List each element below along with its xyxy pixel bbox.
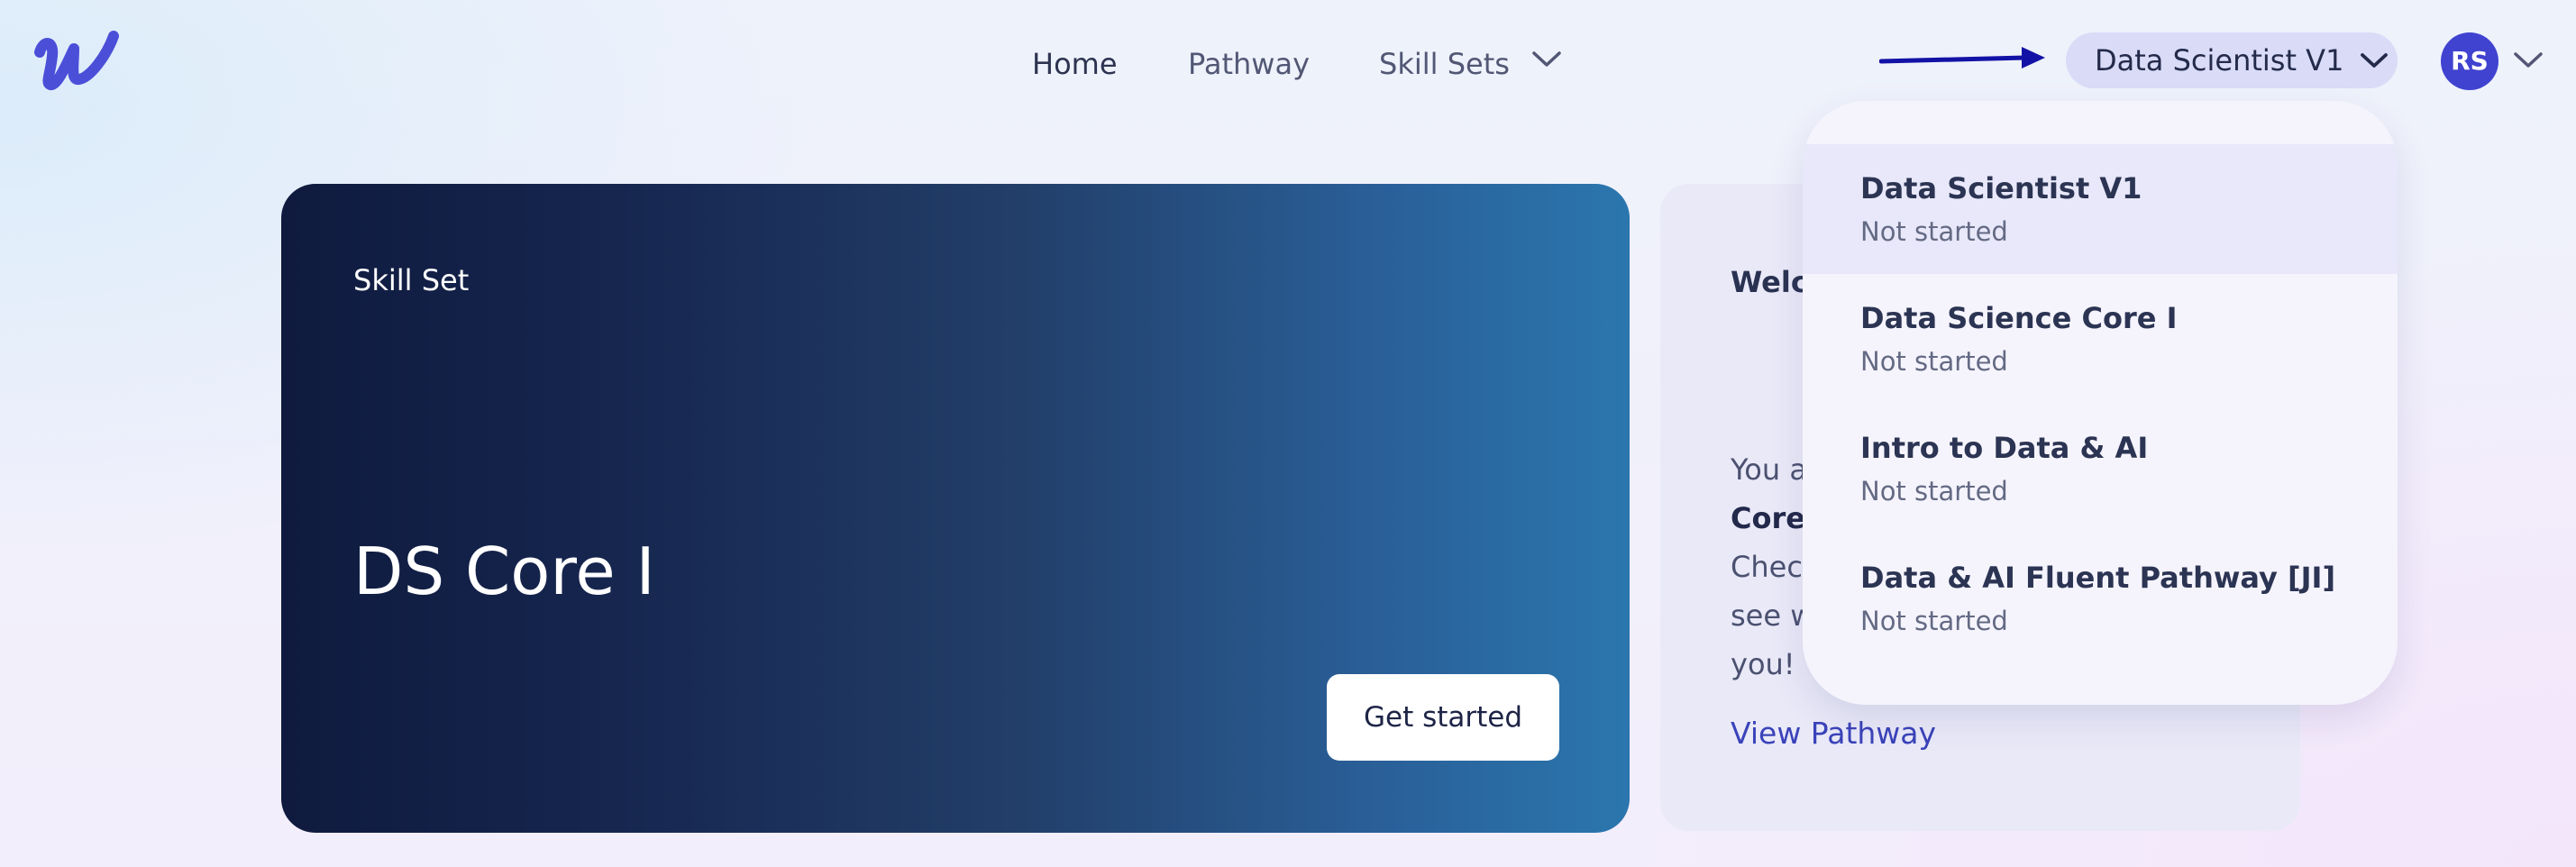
user-avatar[interactable]: RS bbox=[2441, 32, 2498, 90]
pointer-arrow-icon bbox=[1879, 47, 2045, 68]
user-menu-chevron-icon[interactable] bbox=[2513, 50, 2544, 70]
dropdown-item-data-ai-fluent-pathway[interactable]: Data & AI Fluent Pathway [JI] Not starte… bbox=[1803, 534, 2398, 663]
brand-logo-icon[interactable] bbox=[34, 29, 121, 94]
dropdown-item-name: Data Scientist V1 bbox=[1860, 171, 2142, 205]
welcome-text-line: Chec bbox=[1731, 550, 1803, 584]
chevron-down-icon bbox=[2361, 53, 2389, 68]
nav-skill-sets-label: Skill Sets bbox=[1379, 47, 1510, 81]
welcome-text-line: Core bbox=[1731, 501, 1805, 535]
nav-skill-sets[interactable]: Skill Sets bbox=[1379, 41, 1562, 87]
dropdown-item-name: Intro to Data & AI bbox=[1860, 431, 2149, 465]
dropdown-item-status: Not started bbox=[1860, 476, 2008, 507]
dropdown-item-intro-to-data-ai[interactable]: Intro to Data & AI Not started bbox=[1803, 404, 2398, 534]
welcome-text-line: You a bbox=[1731, 452, 1807, 487]
view-pathway-link[interactable]: View Pathway bbox=[1731, 716, 1936, 751]
skill-set-selector[interactable]: Data Scientist V1 bbox=[2066, 32, 2398, 88]
welcome-text: You a Core Chec see w you! bbox=[1731, 445, 1813, 689]
dropdown-item-data-science-core-i[interactable]: Data Science Core I Not started bbox=[1803, 274, 2398, 404]
dropdown-item-status: Not started bbox=[1860, 606, 2008, 636]
welcome-text-line: see w bbox=[1731, 598, 1814, 633]
chevron-down-icon bbox=[1532, 51, 1561, 67]
hero-eyebrow: Skill Set bbox=[353, 263, 470, 297]
skill-set-hero-card: Skill Set DS Core I Get started bbox=[281, 184, 1630, 833]
dropdown-item-status: Not started bbox=[1860, 346, 2008, 377]
dropdown-item-status: Not started bbox=[1860, 216, 2008, 247]
dropdown-item-name: Data & AI Fluent Pathway [JI] bbox=[1860, 561, 2336, 595]
nav-pathway[interactable]: Pathway bbox=[1188, 41, 1310, 87]
dropdown-item-data-scientist-v1[interactable]: Data Scientist V1 Not started bbox=[1803, 144, 2398, 274]
skill-set-dropdown: Data Scientist V1 Not started Data Scien… bbox=[1803, 101, 2398, 705]
get-started-button[interactable]: Get started bbox=[1327, 674, 1559, 761]
skill-set-selector-label: Data Scientist V1 bbox=[2095, 43, 2344, 78]
nav-home[interactable]: Home bbox=[1032, 41, 1118, 87]
hero-title: DS Core I bbox=[353, 534, 655, 609]
dropdown-item-name: Data Science Core I bbox=[1860, 301, 2178, 335]
welcome-text-line: you! bbox=[1731, 647, 1795, 681]
